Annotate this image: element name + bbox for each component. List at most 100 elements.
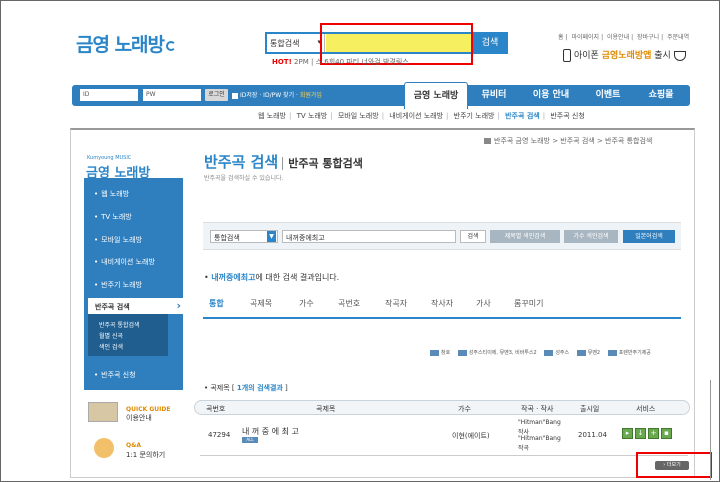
bowl-icon (673, 50, 686, 61)
nav-tab-event[interactable]: 이벤트 (584, 85, 632, 106)
tab-singer[interactable]: 가수 (299, 298, 314, 309)
qa-link[interactable]: 1:1 문의하기 (126, 450, 165, 460)
sidebar-item-player[interactable]: 반주기 노래방 (94, 280, 142, 290)
page-title-sub: 반주곡 통합검색 (282, 157, 363, 170)
breadcrumb: 반주곡 금영 노래방 > 반주곡 검색 > 반주곡 통합검색 (484, 136, 652, 146)
util-link-orders[interactable]: 주문내역 (667, 34, 689, 41)
sidebar-item-request[interactable]: 반주곡 신청 (94, 370, 135, 380)
search-button[interactable]: 검색 (472, 34, 508, 52)
sidebar-item-tv[interactable]: TV 노래방 (94, 212, 132, 222)
legend-icon (544, 349, 554, 356)
sidebar-sub-index[interactable]: 색인 검색 (99, 342, 123, 351)
login-pw-input[interactable]: PW (143, 89, 201, 101)
qa-en[interactable]: Q&A (126, 442, 141, 449)
login-button[interactable]: 로그인 (205, 89, 228, 101)
hot-link[interactable]: 파티 너와걸 (346, 58, 380, 66)
tab-number[interactable]: 곡번호 (338, 298, 360, 309)
nav-tab-karaoke[interactable]: 금영 노래방 (404, 82, 468, 109)
app-promo[interactable]: 아이폰 금영노래방앱 출시 (563, 48, 686, 62)
util-link-cart[interactable]: 장바구니 (637, 34, 659, 41)
tab-composer[interactable]: 작곡자 (385, 298, 407, 309)
tab-decorate[interactable]: 롬꾸미기 (514, 298, 543, 309)
sidebar-item-search[interactable]: 반주곡 검색 › (88, 298, 183, 314)
download-icon[interactable]: ↓ (635, 428, 646, 439)
th-service: 서비스 (636, 405, 656, 413)
promo-brand: 금영노래방앱 (601, 51, 652, 61)
hot-link[interactable]: 스 (316, 58, 322, 66)
find-account-link[interactable]: · ID/PW 찾기 · (259, 92, 298, 99)
save-id-label: ID저장 (240, 92, 258, 99)
sidebar-sub-integrated[interactable]: 반주곡 통합검색 (99, 320, 140, 329)
singer-index-button[interactable]: 가수 색인검색 (564, 230, 618, 243)
legend-icon (430, 349, 439, 356)
subnav-search[interactable]: 반주곡 검색 (505, 112, 540, 120)
add-icon[interactable]: + (648, 428, 659, 439)
tab-lyrics[interactable]: 가사 (476, 298, 491, 309)
sidebar-item-mobile[interactable]: 모바일 노래방 (94, 235, 142, 245)
sidebar-item-web[interactable]: 웹 노래방 (94, 189, 129, 199)
subnav-mobile[interactable]: 모바일 노래방 (338, 112, 379, 120)
legend-icon (576, 349, 586, 356)
composer-2-role: 작곡 (518, 445, 530, 452)
swirl-icon (166, 41, 177, 51)
th-number: 곡번호 (206, 405, 226, 413)
th-date: 출시일 (580, 405, 600, 413)
title-index-button[interactable]: 제목별 색인검색 (490, 230, 560, 243)
song-search-category-label: 통합검색 (214, 234, 240, 242)
nav-tab-guide[interactable]: 이용 안내 (522, 85, 580, 106)
subnav-player[interactable]: 반주기 노래방 (454, 112, 495, 120)
legend-label: 창호 (441, 350, 451, 356)
song-search-category[interactable]: 통합검색 ▼ (210, 230, 278, 243)
login-id-input[interactable]: ID (80, 89, 138, 101)
sidebar-active-label: 반주곡 검색 (95, 303, 130, 311)
play-icon[interactable]: ▸ (622, 428, 633, 439)
legend-label: 뮤멘2 (587, 350, 601, 356)
quick-guide-en[interactable]: QUICK GUIDE (126, 406, 170, 413)
tab-title[interactable]: 곡제목 (250, 298, 272, 309)
song-title-link[interactable]: 내 꺼 중 에 최 고 (242, 426, 299, 437)
site-logo[interactable]: 금영 노래방 (76, 30, 177, 57)
subnav-web[interactable]: 웹 노래방 (258, 112, 286, 120)
hot-sep: | (310, 58, 314, 66)
join-link[interactable]: 회원가입 (300, 92, 322, 99)
result-keyword: 내꺼중에최고 (211, 273, 256, 282)
song-search-input[interactable]: 내꺼중에최고 (282, 230, 456, 243)
search-category-select[interactable]: 통합검색 ▾ (267, 34, 325, 52)
song-number: 47294 (208, 431, 231, 439)
song-singer-link[interactable]: 이현(에이트) (452, 431, 490, 441)
hot-link[interactable]: 2PM (294, 58, 309, 66)
tab-all[interactable]: 통합 (209, 298, 224, 309)
hot-link[interactable]: 6회40 (324, 58, 344, 66)
sidebar-sub-monthly[interactable]: 월별 신곡 (99, 331, 123, 340)
page-title: 반주곡 검색 반주곡 통합검색 (204, 151, 363, 172)
tab-lyricist[interactable]: 작사자 (431, 298, 453, 309)
cart-icon[interactable]: ▪ (661, 428, 672, 439)
composer-1[interactable]: "Hitman"Bang (518, 419, 561, 426)
section-label: 곡제목 (210, 384, 230, 392)
hot-link[interactable]: 박경림스 (383, 58, 409, 66)
subnav-tv[interactable]: TV 노래방 (297, 112, 328, 120)
save-id-checkbox[interactable] (232, 92, 238, 99)
table-header (194, 400, 690, 415)
nav-tab-musicvideo[interactable]: 뮤비터 (470, 85, 518, 106)
composer-2[interactable]: "Hitman"Bang (518, 435, 561, 442)
sidebar-item-navigation[interactable]: 내비게이션 노래방 (94, 257, 155, 267)
hot-keywords: HOT! 2PM | 스 6회40 파티 너와걸 박경림스 (272, 57, 409, 67)
quick-guide-link[interactable]: 이용안내 (126, 413, 152, 423)
song-search-button[interactable]: 검색 (460, 230, 486, 243)
subnav-navigation[interactable]: 내비게이션 노래방 (389, 112, 443, 120)
nav-tab-shop[interactable]: 쇼핑몰 (636, 85, 686, 106)
util-link-mypage[interactable]: 마이페이지 (571, 34, 599, 41)
th-title: 곡제목 (316, 405, 336, 413)
util-link-guide[interactable]: 이용안내 (607, 34, 629, 41)
promo-suffix: 출시 (654, 51, 671, 61)
sub-nav: 웹 노래방 | TV 노래방 | 모바일 노래방 | 내비게이션 노래방 | 반주기 노… (258, 112, 585, 120)
chevron-right-icon: › (176, 299, 181, 312)
subnav-request[interactable]: 반주곡 신청 (550, 112, 584, 120)
legend-label: 포렌반주기제공 (618, 350, 651, 356)
page-title-main: 반주곡 검색 (204, 153, 279, 171)
japanese-search-button[interactable]: 일본어검색 (623, 230, 675, 243)
util-link-home[interactable]: 홈 (558, 34, 564, 41)
breadcrumb-text[interactable]: 반주곡 금영 노래방 > 반주곡 검색 > 반주곡 통합검색 (494, 137, 652, 145)
phone-icon (563, 49, 571, 62)
